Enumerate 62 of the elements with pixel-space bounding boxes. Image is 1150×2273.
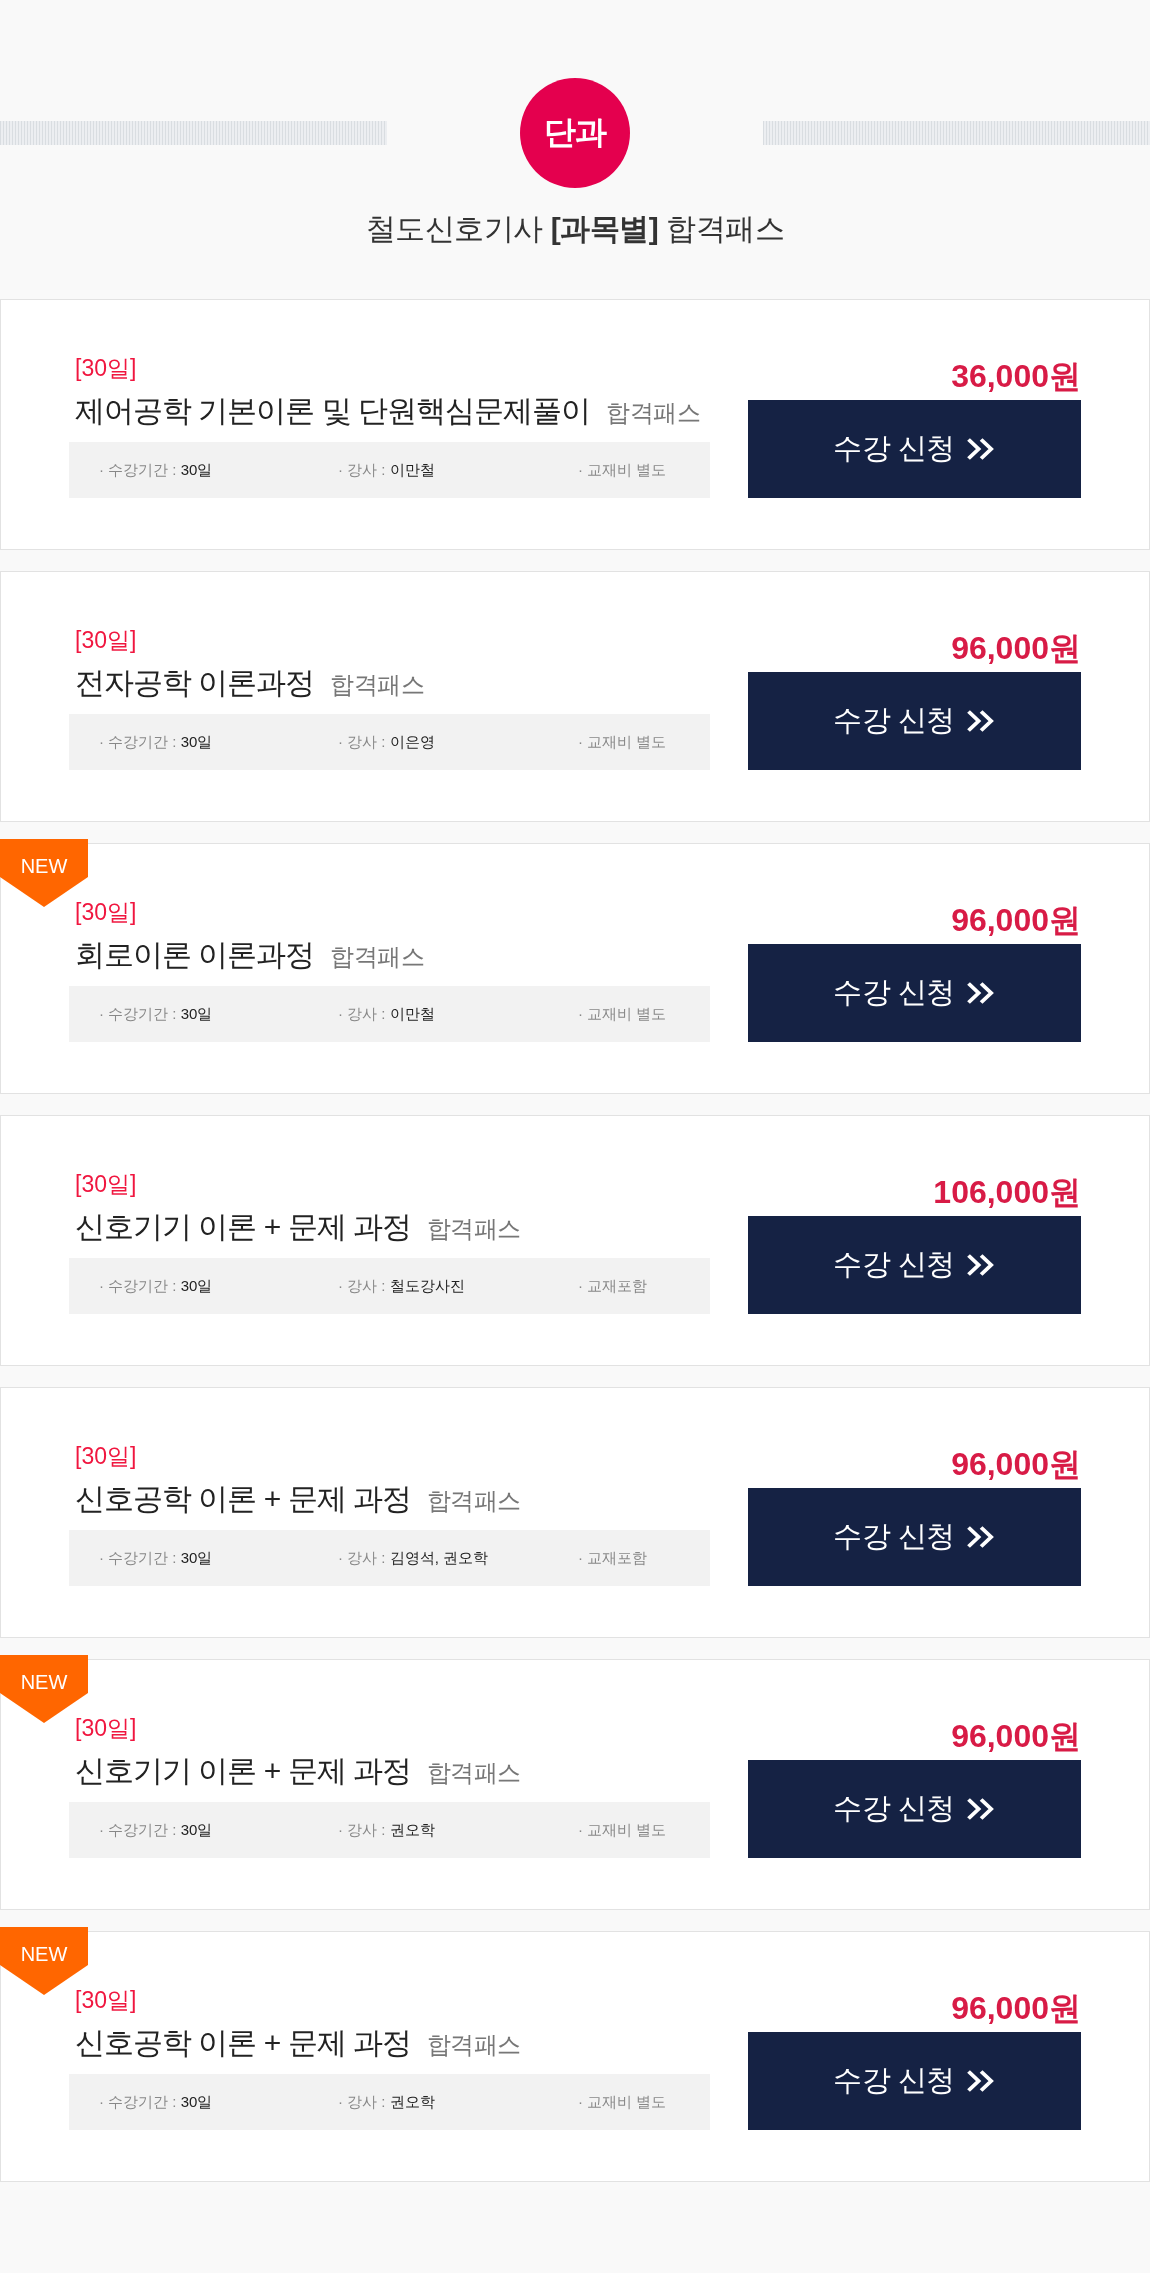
course-detail: · 교재비 별도 bbox=[578, 1004, 667, 1024]
course-detail: · 강사 : 이만철 bbox=[338, 460, 435, 480]
double-chevron-icon bbox=[966, 710, 996, 732]
course-detail: · 교재포함 bbox=[578, 1548, 648, 1568]
course-detail: · 수강기간 : 30일 bbox=[99, 1820, 213, 1840]
pass-label: 합격패스 bbox=[426, 2030, 521, 2060]
course-detail: · 교재비 별도 bbox=[578, 460, 667, 480]
pass-label: 합격패스 bbox=[426, 1214, 521, 1244]
price: 96,000원 bbox=[951, 630, 1081, 666]
course-detail: · 강사 : 김영석, 권오학 bbox=[338, 1548, 488, 1568]
course-detail: · 강사 : 이은영 bbox=[338, 732, 435, 752]
course-title: 신호공학 이론 + 문제 과정 bbox=[75, 1481, 411, 1517]
course-detail: · 수강기간 : 30일 bbox=[99, 2092, 213, 2112]
enroll-button[interactable]: 수강 신청 bbox=[748, 1216, 1081, 1314]
double-chevron-icon bbox=[966, 1254, 996, 1276]
pass-label: 합격패스 bbox=[426, 1486, 521, 1516]
pass-label: 합격패스 bbox=[426, 1758, 521, 1788]
pass-label: 합격패스 bbox=[330, 670, 425, 700]
period-tag: [30일] bbox=[69, 1169, 710, 1199]
double-chevron-icon bbox=[966, 438, 996, 460]
course-detail: · 수강기간 : 30일 bbox=[99, 1004, 213, 1024]
course-title: 신호기기 이론 + 문제 과정 bbox=[75, 1209, 411, 1245]
period-tag: [30일] bbox=[69, 353, 710, 383]
pass-label: 합격패스 bbox=[330, 942, 425, 972]
course-detail: · 교재포함 bbox=[578, 1276, 648, 1296]
price: 106,000원 bbox=[933, 1174, 1081, 1210]
course-detail: · 교재비 별도 bbox=[578, 2092, 667, 2112]
price: 96,000원 bbox=[951, 1446, 1081, 1482]
course-detail: · 강사 : 철도강사진 bbox=[338, 1276, 465, 1296]
period-tag: [30일] bbox=[69, 1441, 710, 1471]
price: 36,000원 bbox=[951, 358, 1081, 394]
course-detail: · 강사 : 권오학 bbox=[338, 1820, 435, 1840]
course-detail: · 강사 : 이만철 bbox=[338, 1004, 435, 1024]
enroll-button[interactable]: 수강 신청 bbox=[748, 1760, 1081, 1858]
enroll-button[interactable]: 수강 신청 bbox=[748, 1488, 1081, 1586]
course-detail: · 교재비 별도 bbox=[578, 1820, 667, 1840]
course-detail: · 교재비 별도 bbox=[578, 732, 667, 752]
enroll-button[interactable]: 수강 신청 bbox=[748, 2032, 1081, 2130]
price: 96,000원 bbox=[951, 1990, 1081, 2026]
double-chevron-icon bbox=[966, 1798, 996, 1820]
course-title: 회로이론 이론과정 bbox=[75, 937, 315, 973]
course-detail: · 수강기간 : 30일 bbox=[99, 732, 213, 752]
double-chevron-icon bbox=[966, 982, 996, 1004]
period-tag: [30일] bbox=[69, 625, 710, 655]
enroll-button[interactable]: 수강 신청 bbox=[748, 672, 1081, 770]
double-chevron-icon bbox=[966, 2070, 996, 2092]
category-badge: 단과 bbox=[520, 78, 630, 188]
pass-label: 합격패스 bbox=[606, 398, 700, 428]
price: 96,000원 bbox=[951, 1718, 1081, 1754]
course-detail: · 수강기간 : 30일 bbox=[99, 460, 213, 480]
price: 96,000원 bbox=[951, 902, 1081, 938]
enroll-button[interactable]: 수강 신청 bbox=[748, 944, 1081, 1042]
course-title: 신호기기 이론 + 문제 과정 bbox=[75, 1753, 411, 1789]
course-title: 제어공학 기본이론 및 단원핵심문제풀이 bbox=[75, 393, 590, 429]
enroll-button[interactable]: 수강 신청 bbox=[748, 400, 1081, 498]
course-detail: · 수강기간 : 30일 bbox=[99, 1276, 213, 1296]
double-chevron-icon bbox=[966, 1526, 996, 1548]
course-title: 신호공학 이론 + 문제 과정 bbox=[75, 2025, 411, 2061]
course-detail: · 수강기간 : 30일 bbox=[99, 1548, 213, 1568]
course-detail: · 강사 : 권오학 bbox=[338, 2092, 435, 2112]
page-title: 철도신호기사 [과목별] 합격패스 bbox=[364, 211, 786, 247]
course-title: 전자공학 이론과정 bbox=[75, 665, 315, 701]
